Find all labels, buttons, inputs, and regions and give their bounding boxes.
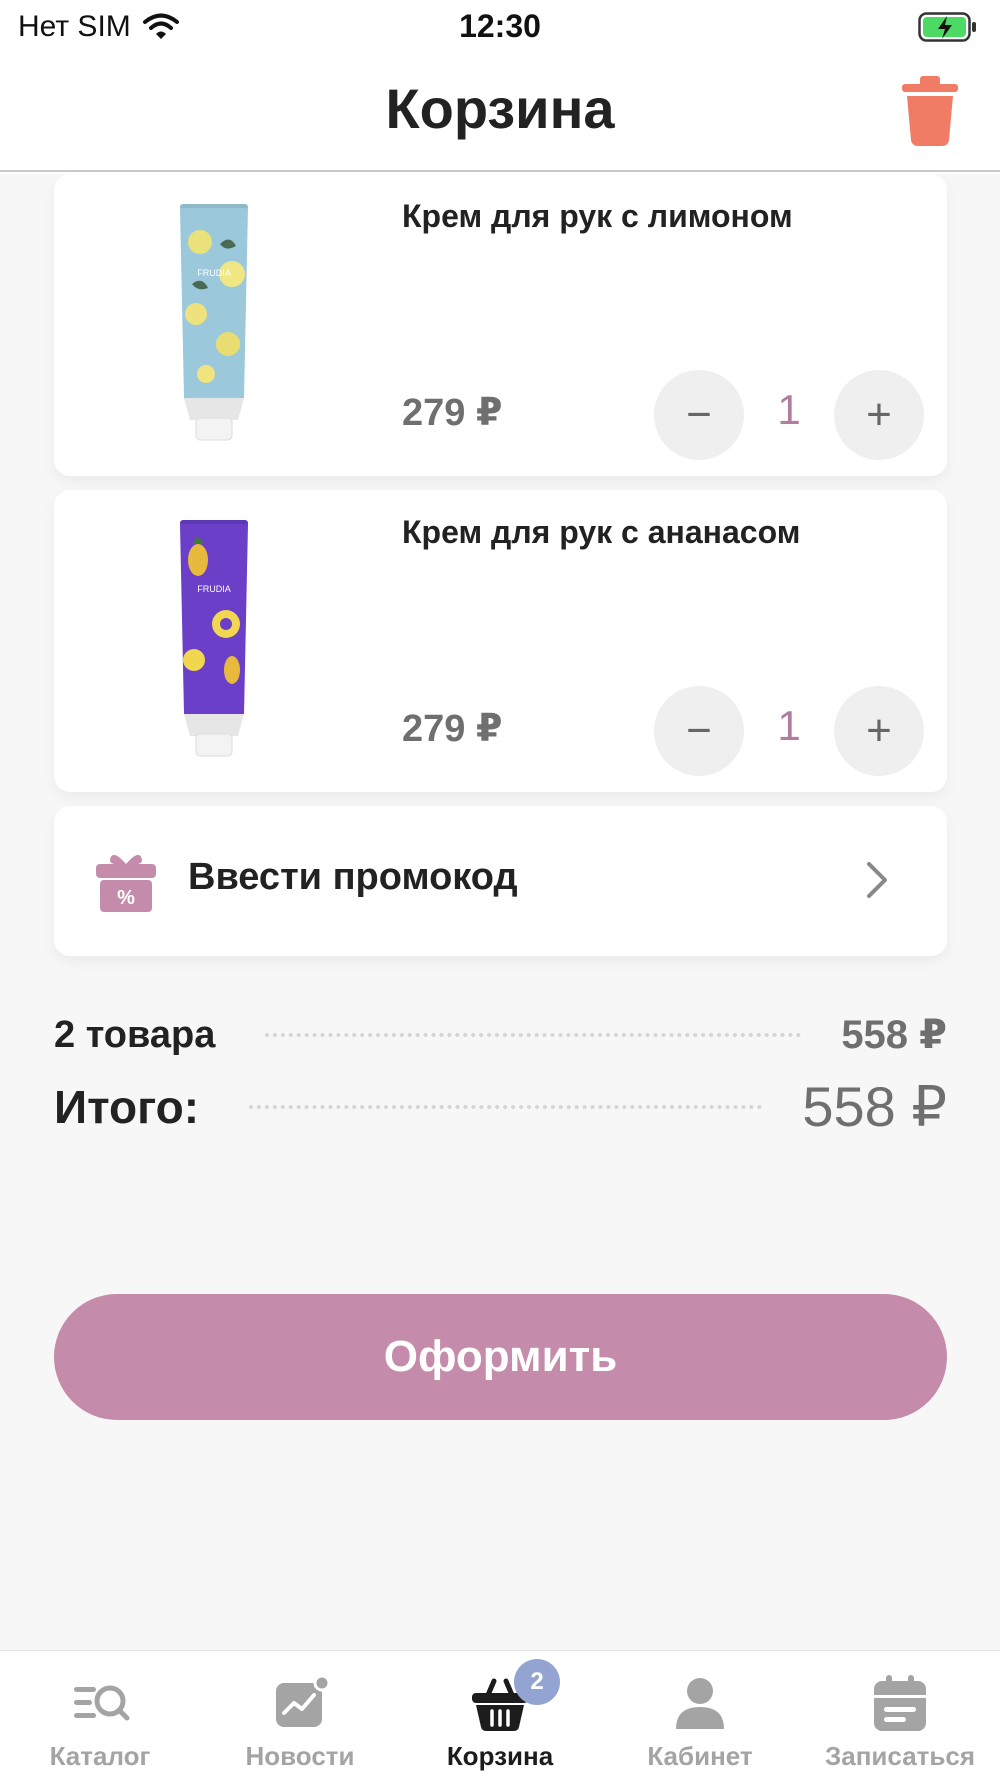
items-summary-row: 2 товара 558 ₽ [54,1012,947,1058]
tab-label: Записаться [824,1741,976,1771]
tab-label: Новости [245,1741,355,1771]
tab-label: Корзина [446,1741,554,1771]
chevron-right-icon [867,862,887,898]
quantity-value: 1 [777,702,801,749]
cart-item: FRUDIA Крем для рук с ананасом 279 ₽ − 1… [54,490,947,792]
user-icon [676,1678,724,1729]
svg-text:%: % [117,887,135,909]
increase-quantity-button[interactable]: + [834,686,924,776]
battery-charging-icon [918,12,976,42]
tab-account[interactable]: Кабинет [600,1651,800,1778]
product-price: 279 ₽ [402,392,503,434]
total-summary-row: Итого: 558 ₽ [54,1074,947,1140]
total-label: Итого: [54,1081,200,1133]
page-title: Корзина [385,77,615,140]
decrease-quantity-button[interactable]: − [654,686,744,776]
pineapple-hand-cream-image: FRUDIA [180,520,248,757]
tab-bar: Каталог Новости 2 Корзина Кабинет Записа… [0,1650,1000,1778]
gift-percent-icon: % [96,854,156,912]
checkout-button[interactable]: Оформить [54,1294,947,1420]
minus-icon: − [686,390,712,439]
product-price: 279 ₽ [402,708,503,750]
catalog-search-icon [74,1685,130,1721]
dotted-divider [265,1033,802,1037]
increase-quantity-button[interactable]: + [834,370,924,460]
cart-count-badge: 2 [514,1659,560,1705]
svg-text:FRUDIA: FRUDIA [197,268,231,278]
product-name: Крем для рук с ананасом [402,514,801,550]
dotted-divider [249,1105,763,1109]
items-count-label: 2 товара [54,1013,216,1056]
trash-icon[interactable] [902,76,958,146]
status-bar: Нет SIM 12:30 [0,0,1000,56]
tab-cart[interactable]: 2 Корзина [400,1651,600,1778]
items-subtotal: 558 ₽ [841,1013,947,1057]
svg-text:FRUDIA: FRUDIA [197,584,231,594]
tab-booking[interactable]: Записаться [800,1651,1000,1778]
total-value: 558 ₽ [802,1075,947,1138]
header: Корзина [0,56,1000,172]
promo-code-row[interactable]: % Ввести промокод [54,806,947,956]
tab-news[interactable]: Новости [200,1651,400,1778]
status-time: 12:30 [459,8,541,44]
calendar-icon [874,1675,926,1731]
plus-icon: + [866,390,892,439]
product-name: Крем для рук с лимоном [402,198,793,234]
promo-label: Ввести промокод [188,856,518,898]
lemon-hand-cream-image: FRUDIA [180,204,248,441]
cart-content: FRUDIA Крем для рук с лимоном 279 ₽ − 1 … [0,174,1000,1650]
tab-catalog[interactable]: Каталог [0,1651,200,1778]
tab-label: Кабинет [647,1741,753,1771]
decrease-quantity-button[interactable]: − [654,370,744,460]
cart-item: FRUDIA Крем для рук с лимоном 279 ₽ − 1 … [54,174,947,476]
tab-label: Каталог [49,1741,151,1771]
news-chart-icon [276,1674,330,1727]
quantity-value: 1 [777,386,801,433]
plus-icon: + [866,706,892,755]
minus-icon: − [686,706,712,755]
